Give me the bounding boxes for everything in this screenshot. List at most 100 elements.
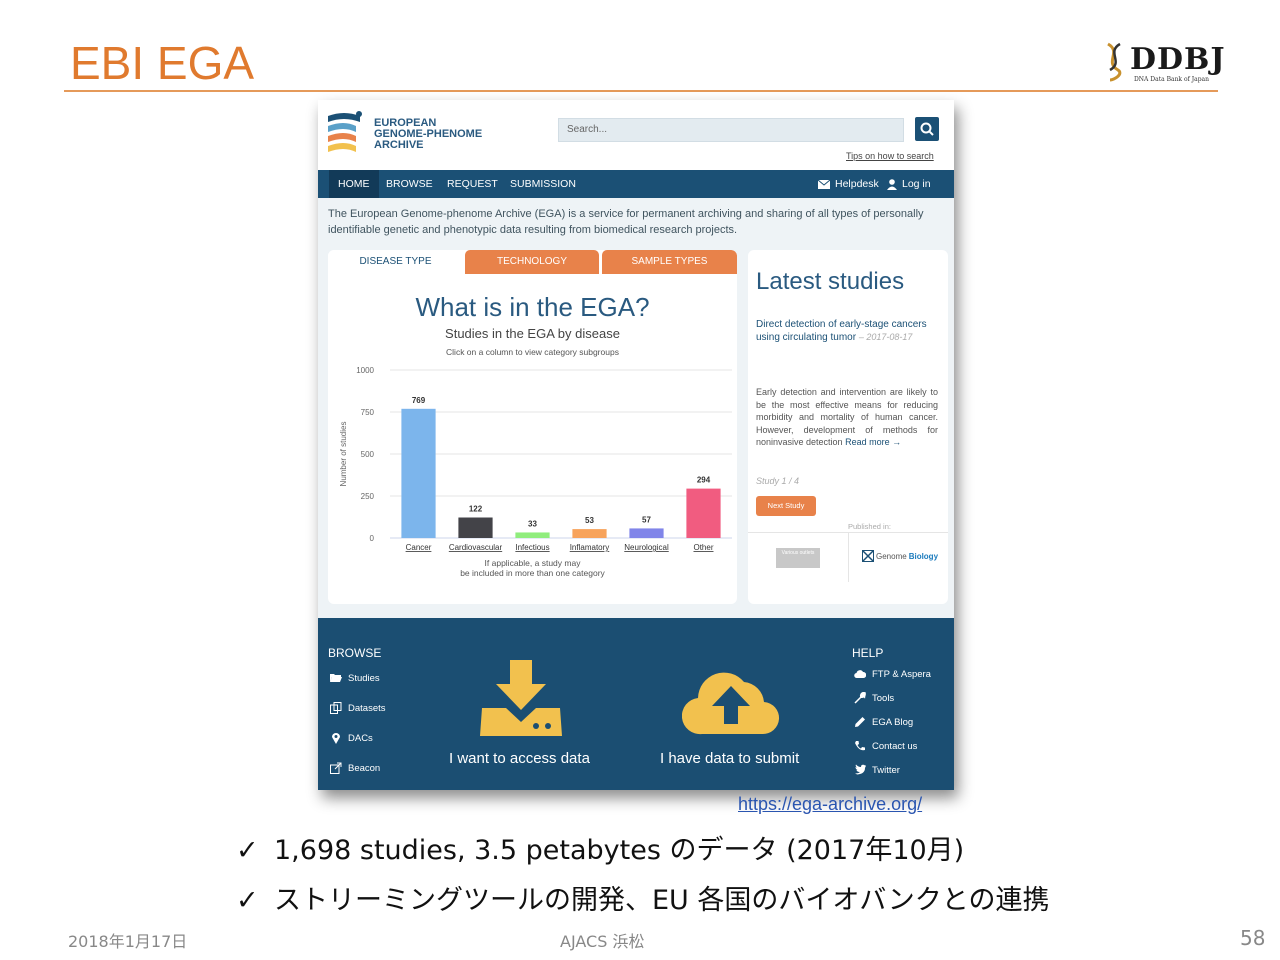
disease-bar-chart: 0 250 500 750 1000 Number of studies 769 Cancer…: [339, 366, 732, 552]
cloud-icon: [854, 670, 866, 679]
x-tick-label: Inflamatory: [570, 543, 610, 552]
study-counter: Study 1 / 4: [756, 476, 800, 486]
x-tick-label: Other: [693, 543, 713, 552]
check-mark-icon: ✓: [236, 835, 259, 866]
publisher-logo-grey: Various outlets: [776, 548, 820, 568]
search-input[interactable]: Search...: [558, 118, 904, 142]
cloud-upload-icon[interactable]: [682, 662, 780, 736]
data-label: 33: [528, 519, 537, 528]
footer-link-label: Twitter: [872, 764, 900, 776]
x-tick-label: Neurological: [624, 543, 669, 552]
y-tick-label: 250: [361, 492, 375, 501]
genome-biology-logo: Genome Biology: [862, 550, 938, 562]
login-label: Log in: [902, 178, 931, 190]
chart-note-line: If applicable, a study may: [484, 558, 581, 568]
submit-data-link[interactable]: I have data to submit: [660, 750, 799, 767]
user-icon: [887, 178, 897, 190]
map-marker-icon: [332, 733, 340, 744]
ega-logo-line: ARCHIVE: [374, 139, 424, 151]
bullet-text: ストリーミングツールの開発、EU 各国のバイオバンクとの連携: [274, 885, 1050, 916]
chart-note-line: be included in more than one category: [460, 568, 605, 578]
title-divider: [64, 90, 1218, 92]
study-title-link[interactable]: Direct detection of early-stage cancers …: [756, 318, 942, 344]
footer-link-datasets[interactable]: Datasets: [330, 702, 386, 714]
ega-footer: BROWSE Studies Datasets DACs Beacon I wa…: [318, 618, 954, 790]
chart-subtitle: Studies in the EGA by disease: [445, 326, 620, 341]
footer-link-ftp[interactable]: FTP & Aspera: [854, 668, 931, 680]
published-in-label: Published in:: [848, 522, 891, 531]
ega-screenshot: EUROPEAN GENOME-PHENOME ARCHIVE Search..…: [318, 100, 954, 790]
nav-submission[interactable]: SUBMISSION: [501, 170, 585, 198]
footer-link-label: Datasets: [348, 702, 386, 714]
dna-helix-icon: [1107, 42, 1122, 82]
footer-link-contact[interactable]: Contact us: [854, 740, 917, 752]
data-label: 57: [642, 515, 651, 524]
footer-link-label: Contact us: [872, 740, 918, 752]
data-label: 122: [469, 505, 483, 514]
slide-title: EBI EGA: [70, 37, 255, 89]
study-abstract: Early detection and intervention are lik…: [756, 386, 938, 449]
read-more-link[interactable]: Read more →: [845, 437, 901, 447]
chart-note: If applicable, a study may be included i…: [328, 558, 737, 578]
study-date: – 2017-08-17: [858, 332, 913, 342]
share-icon: [330, 762, 342, 774]
latest-studies-panel: Latest studies Direct detection of early…: [748, 250, 948, 604]
footer-link-studies[interactable]: Studies: [330, 672, 380, 684]
chart-title: What is in the EGA?: [415, 292, 650, 322]
download-icon[interactable]: [478, 658, 564, 738]
copy-icon: [330, 702, 342, 714]
tab-disease-type[interactable]: DISEASE TYPE: [328, 250, 463, 274]
slide: { "slide": { "title": "EBI EGA", "logo":…: [0, 0, 1280, 960]
footer-date: 2018年1月17日: [68, 932, 188, 951]
ega-nav: HOME BROWSE REQUEST SUBMISSION Helpdesk …: [318, 170, 954, 198]
login-link[interactable]: Log in: [887, 170, 931, 198]
ega-logo-icon: [328, 111, 362, 152]
nav-request[interactable]: REQUEST: [438, 170, 507, 198]
footer-link-label: EGA Blog: [872, 716, 914, 728]
footer-link-dacs[interactable]: DACs: [330, 732, 373, 744]
twitter-icon: [855, 764, 866, 775]
browse-heading: BROWSE: [328, 646, 382, 660]
footer-link-tools[interactable]: Tools: [854, 692, 894, 704]
genome-biology-part2: Biology: [908, 551, 939, 561]
phone-icon: [855, 741, 865, 751]
search-tips-link[interactable]: Tips on how to search: [846, 151, 934, 161]
footer-link-label: FTP & Aspera: [872, 668, 931, 680]
footer-link-twitter[interactable]: Twitter: [854, 764, 900, 776]
y-axis-label: Number of studies: [339, 422, 348, 487]
genome-biology-part1: Genome: [876, 551, 907, 561]
bar-infectious: [515, 532, 550, 538]
page-number: 58: [1240, 926, 1266, 950]
bullet-text: 1,698 studies, 3.5 petabytes のデータ (2017年…: [274, 835, 965, 866]
footer-link-label: Beacon: [348, 762, 381, 774]
genome-biology-icon: [862, 550, 874, 562]
footer-link-blog[interactable]: EGA Blog: [854, 716, 913, 728]
access-data-link[interactable]: I want to access data: [449, 750, 590, 767]
helpdesk-link[interactable]: Helpdesk: [818, 170, 879, 198]
data-label: 294: [697, 476, 711, 485]
nav-browse[interactable]: BROWSE: [377, 170, 442, 198]
nav-home[interactable]: HOME: [329, 170, 379, 198]
footer-link-label: Tools: [872, 692, 895, 704]
help-heading: HELP: [852, 646, 884, 660]
ega-url-link[interactable]: https://ega-archive.org/: [738, 794, 922, 815]
wrench-icon: [854, 692, 866, 704]
envelope-icon: [818, 179, 830, 189]
y-tick-label: 0: [370, 534, 375, 543]
search-button[interactable]: [915, 117, 939, 141]
ddbj-wordmark: DDBJ: [1130, 42, 1226, 77]
data-label: 53: [585, 516, 594, 525]
next-study-button[interactable]: Next Study: [756, 496, 816, 516]
chart-hint: Click on a column to view category subgr…: [446, 347, 619, 357]
search-icon: [920, 122, 934, 136]
latest-studies-title: Latest studies: [756, 268, 905, 295]
bullet-item: ✓ 1,698 studies, 3.5 petabytes のデータ (2017…: [236, 828, 964, 867]
tab-sample-types[interactable]: SAMPLE TYPES: [602, 250, 737, 274]
bar-cancer: [401, 408, 436, 538]
y-tick-label: 750: [361, 408, 375, 417]
data-label: 769: [412, 396, 426, 405]
tab-technology[interactable]: TECHNOLOGY: [465, 250, 599, 274]
footer-link-beacon[interactable]: Beacon: [330, 762, 380, 774]
bar-neurological: [629, 528, 664, 538]
footer-presenter: AJACS 浜松: [560, 932, 645, 951]
